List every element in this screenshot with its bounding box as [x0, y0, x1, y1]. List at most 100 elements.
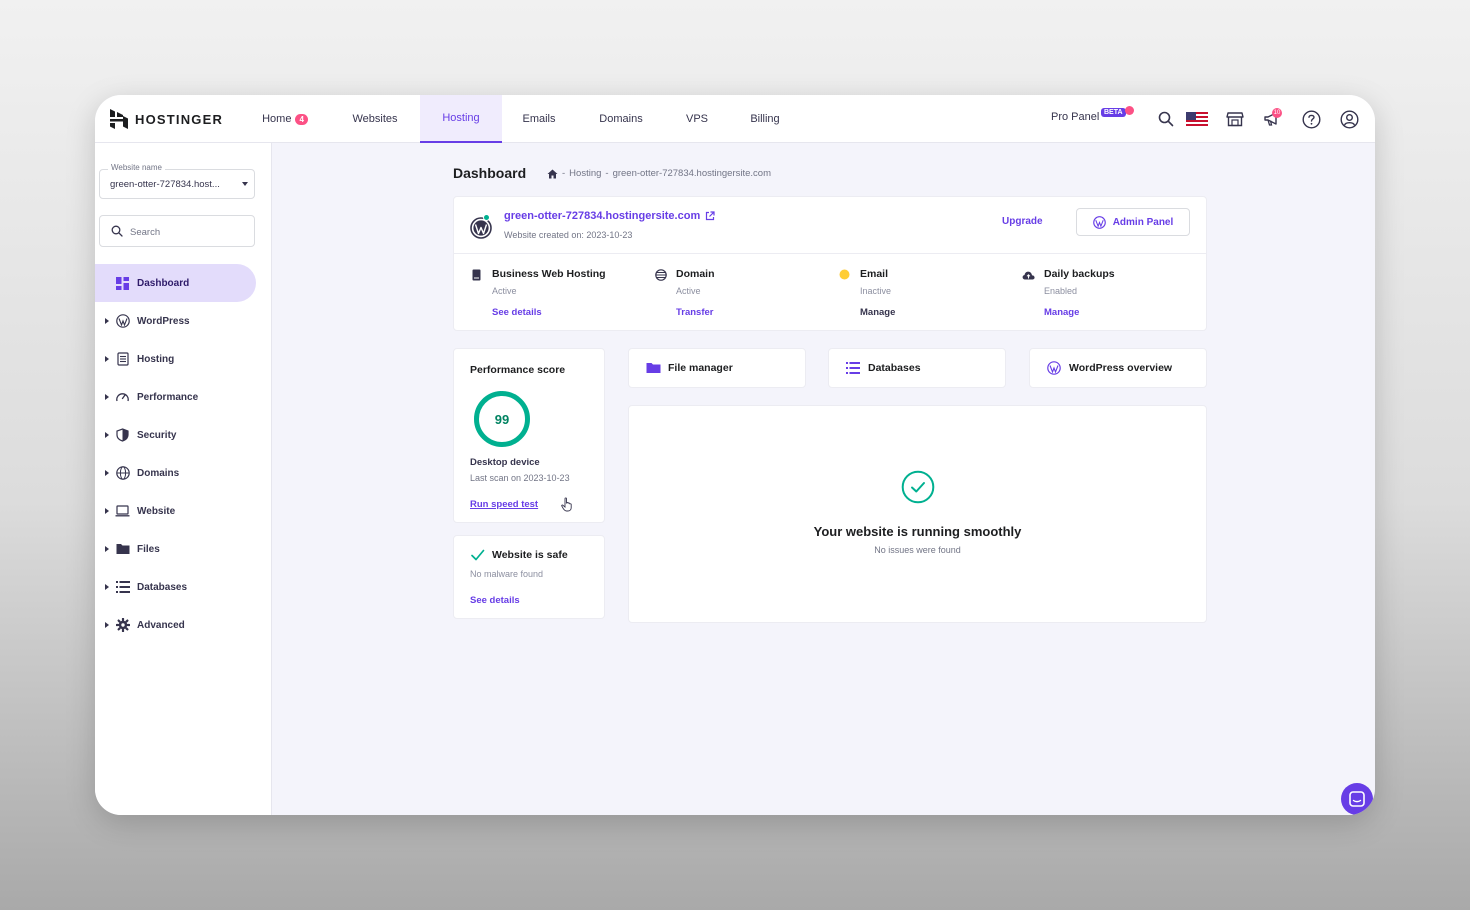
tile-label: WordPress overview — [1069, 362, 1173, 374]
tile-label: Databases — [868, 362, 921, 374]
sidebar-item-files[interactable]: Files — [95, 530, 256, 568]
sidebar-item-security[interactable]: Security — [95, 416, 256, 454]
nav-emails[interactable]: Emails — [507, 95, 571, 143]
sidebar-item-wordpress[interactable]: WordPress — [95, 302, 256, 340]
sidebar-item-label: Domains — [137, 467, 180, 479]
breadcrumb-separator: - — [562, 168, 566, 179]
globe-icon — [654, 268, 667, 281]
account-icon[interactable] — [1337, 107, 1361, 131]
gauge-icon — [115, 390, 130, 405]
safety-details-link[interactable]: See details — [470, 595, 520, 606]
service-name: Domain — [676, 268, 715, 280]
nav-websites-label: Websites — [352, 113, 398, 125]
beta-indicator-dot — [1125, 106, 1134, 115]
nav-websites[interactable]: Websites — [335, 95, 415, 143]
page-title: Dashboard — [453, 165, 527, 181]
database-icon — [115, 580, 130, 595]
wordpress-icon — [1092, 215, 1106, 229]
sidebar-item-databases[interactable]: Databases — [95, 568, 256, 606]
caret-right-icon — [105, 356, 109, 362]
status-subtitle: No issues were found — [874, 545, 961, 555]
sidebar-item-website[interactable]: Website — [95, 492, 256, 530]
performance-device: Desktop device — [470, 457, 540, 468]
sidebar-item-label: Hosting — [137, 353, 175, 365]
sidebar-search-input[interactable] — [130, 224, 248, 240]
us-flag-icon[interactable] — [1185, 107, 1209, 131]
sidebar-item-hosting[interactable]: Hosting — [95, 340, 256, 378]
service-domain: Domain Active Transfer — [654, 267, 834, 327]
website-selector[interactable]: Website name green-otter-727834.host... — [99, 163, 255, 199]
caret-right-icon — [105, 432, 109, 438]
caret-right-icon — [105, 508, 109, 514]
sidebar-item-label: Website — [137, 505, 176, 517]
service-email-link[interactable]: Manage — [860, 307, 895, 318]
sidebar-item-label: Files — [137, 543, 160, 555]
pro-panel-link[interactable]: Pro Panel — [1051, 111, 1099, 123]
nav-domains-label: Domains — [599, 113, 643, 125]
service-backups: Daily backups Enabled Manage — [1022, 267, 1202, 327]
hostinger-logo-icon — [110, 109, 128, 129]
safety-subtitle: No malware found — [470, 569, 544, 579]
website-safe-card: Website is safe No malware found See det… — [453, 535, 605, 619]
service-backups-link[interactable]: Manage — [1044, 307, 1079, 318]
nav-hosting[interactable]: Hosting — [420, 95, 502, 143]
sidebar-item-advanced[interactable]: Advanced — [95, 606, 256, 644]
server-icon — [470, 268, 483, 281]
upgrade-button[interactable]: Upgrade — [1002, 216, 1043, 227]
help-icon[interactable] — [1299, 107, 1323, 131]
service-domain-link[interactable]: Transfer — [676, 307, 714, 318]
checkmark-icon — [471, 549, 485, 561]
store-icon[interactable] — [1223, 107, 1247, 131]
site-url-link[interactable]: green-otter-727834.hostingersite.com — [504, 210, 715, 222]
service-name: Daily backups — [1044, 268, 1115, 280]
website-status-card: Your website is running smoothly No issu… — [628, 405, 1207, 623]
home-icon[interactable] — [547, 169, 558, 179]
file-manager-tile[interactable]: File manager — [628, 348, 806, 388]
caret-right-icon — [105, 470, 109, 476]
search-icon[interactable] — [1154, 107, 1178, 131]
nav-billing[interactable]: Billing — [739, 95, 791, 143]
admin-panel-button[interactable]: Admin Panel — [1076, 208, 1190, 236]
caret-right-icon — [105, 584, 109, 590]
site-online-indicator — [483, 214, 490, 221]
wordpress-overview-tile[interactable]: WordPress overview — [1029, 348, 1207, 388]
shield-icon — [115, 428, 130, 443]
search-icon — [111, 225, 123, 237]
nav-home[interactable]: Home 4 — [245, 95, 325, 143]
sidebar-item-dashboard[interactable]: Dashboard — [95, 264, 256, 302]
nav-domains[interactable]: Domains — [587, 95, 655, 143]
performance-last-scan: Last scan on 2023-10-23 — [470, 473, 570, 483]
wordpress-icon — [1046, 360, 1062, 376]
breadcrumb-hosting[interactable]: Hosting — [569, 168, 601, 179]
caret-right-icon — [105, 546, 109, 552]
run-speed-test-link[interactable]: Run speed test — [470, 499, 538, 510]
chat-support-button[interactable] — [1341, 783, 1373, 815]
nav-home-label: Home — [262, 113, 292, 125]
hostinger-logo[interactable]: HOSTINGER — [109, 108, 223, 130]
service-status: Active — [676, 286, 701, 296]
sidebar-item-label: Dashboard — [137, 277, 190, 289]
dashboard-icon — [115, 276, 130, 291]
globe-icon — [115, 466, 130, 481]
sidebar-item-domains[interactable]: Domains — [95, 454, 256, 492]
beta-badge: BETA — [1101, 108, 1126, 117]
caret-right-icon — [105, 622, 109, 628]
service-status: Active — [492, 286, 517, 296]
nav-billing-label: Billing — [750, 113, 780, 125]
cloud-upload-icon — [1022, 268, 1035, 281]
sidebar-item-performance[interactable]: Performance — [95, 378, 256, 416]
app-window: HOSTINGER Home 4 Websites Hosting Emails… — [95, 95, 1375, 815]
performance-title: Performance score — [470, 364, 566, 376]
databases-tile[interactable]: Databases — [828, 348, 1006, 388]
service-email: Email Inactive Manage — [838, 267, 1018, 327]
service-hosting: Business Web Hosting Active See details — [470, 267, 650, 327]
website-selector-value: green-otter-727834.host... — [110, 179, 220, 190]
nav-home-badge: 4 — [295, 113, 308, 125]
laptop-icon — [115, 504, 130, 519]
nav-vps[interactable]: VPS — [675, 95, 719, 143]
folder-icon — [115, 542, 130, 557]
service-hosting-link[interactable]: See details — [492, 307, 542, 318]
status-title: Your website is running smoothly — [813, 524, 1022, 539]
breadcrumb-separator: - — [605, 168, 609, 179]
sidebar-item-label: Security — [137, 429, 177, 441]
